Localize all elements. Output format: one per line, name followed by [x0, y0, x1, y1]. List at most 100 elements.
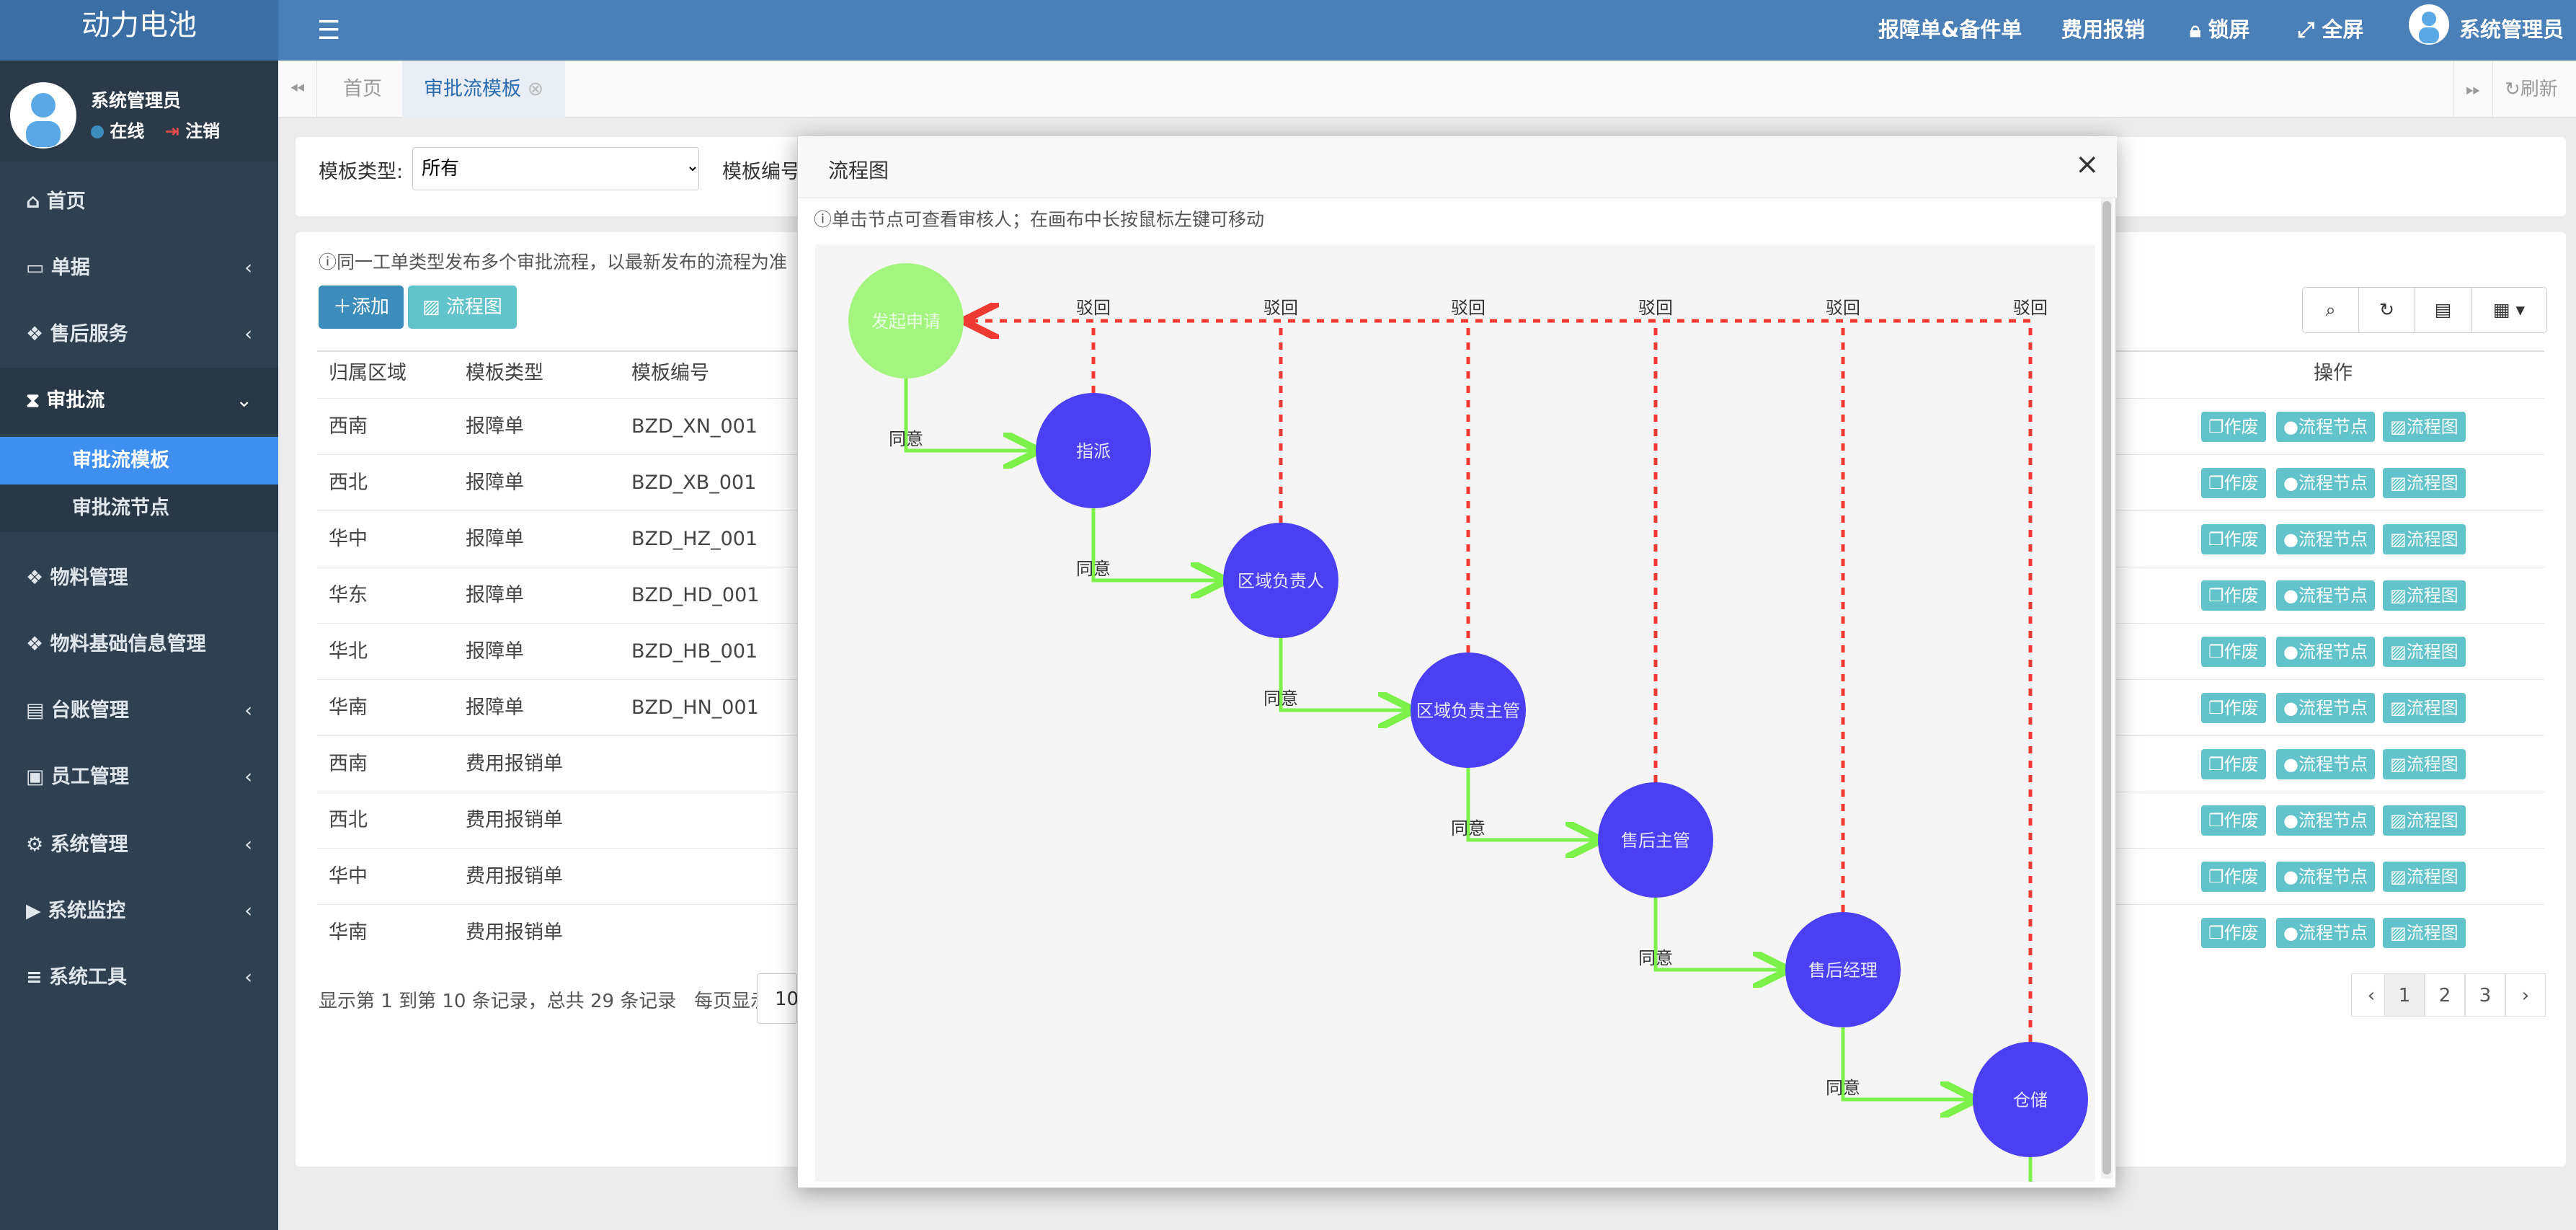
pagination-page-2[interactable]: 2	[2425, 973, 2465, 1017]
sidebar-item-approval-flow[interactable]: ⧗ 审批流 ⌄	[0, 368, 278, 434]
sidebar-item-staff[interactable]: ▣ 员工管理 ‹	[0, 744, 278, 810]
tab-flow-template[interactable]: 审批流模板 ⊗	[402, 61, 566, 118]
image-icon: ▨	[2390, 754, 2407, 774]
modal-title: 流程图	[828, 159, 889, 182]
nav-repair-parts[interactable]: 报障单&备件单	[1878, 13, 2022, 43]
flow-node-label: 售后经理	[1808, 960, 1878, 981]
search-icon[interactable]: ⌕	[2303, 288, 2359, 332]
void-button[interactable]: ❐作废	[2201, 468, 2266, 498]
flow-node-button[interactable]: ●流程节点	[2276, 468, 2375, 498]
tab-home[interactable]: 首页	[321, 61, 404, 118]
flow-node-button[interactable]: ●流程节点	[2276, 805, 2375, 836]
circle-icon: ●	[2283, 585, 2299, 606]
flowchart-row-button[interactable]: ▨流程图	[2383, 693, 2466, 723]
flow-node-button[interactable]: ●流程节点	[2276, 693, 2375, 723]
flow-node-button[interactable]: ●流程节点	[2276, 918, 2375, 948]
menu-toggle-icon[interactable]: ☰	[317, 16, 340, 45]
cell-type: 费用报销单	[466, 809, 563, 831]
flowchart-row-button[interactable]: ▨流程图	[2383, 412, 2466, 442]
flow-node-button[interactable]: ●流程节点	[2276, 524, 2375, 554]
pagination-next[interactable]: ›	[2505, 973, 2546, 1017]
cell-region: 华东	[329, 584, 368, 606]
tabs-scroll-left-icon[interactable]: ⏪︎	[278, 61, 317, 118]
tabs-scroll-right-icon[interactable]: ⏩︎	[2453, 61, 2492, 118]
pagination-page-3[interactable]: 3	[2465, 973, 2505, 1017]
add-button[interactable]: ＋添加	[319, 286, 404, 329]
sidebar-item-after-sales[interactable]: ❖ 售后服务 ‹	[0, 301, 278, 368]
flowchart-row-button[interactable]: ▨流程图	[2383, 580, 2466, 611]
nav-expense[interactable]: 费用报销	[2061, 13, 2145, 43]
flowchart-row-button[interactable]: ▨流程图	[2383, 749, 2466, 779]
sidebar-subitem-flow-node[interactable]: 审批流节点	[0, 485, 278, 532]
void-button[interactable]: ❐作废	[2201, 637, 2266, 667]
modal-scrollbar-thumb[interactable]	[2102, 201, 2111, 1174]
flowchart-row-button[interactable]: ▨流程图	[2383, 524, 2466, 554]
void-button[interactable]: ❐作废	[2201, 524, 2266, 554]
lock-screen-button[interactable]: 🔒︎ 锁屏	[2190, 13, 2250, 43]
top-avatar[interactable]	[2409, 4, 2449, 45]
template-type-select[interactable]: 所有	[412, 147, 699, 190]
pagination-summary: 显示第 1 到第 10 条记录，总共 29 条记录 每页显示	[319, 991, 770, 1012]
close-icon[interactable]: ×	[2075, 148, 2100, 181]
copy-icon: ❐	[2208, 867, 2224, 887]
sidebar-item-home[interactable]: ⌂ 首页	[0, 169, 278, 235]
void-button[interactable]: ❐作废	[2201, 749, 2266, 779]
per-page-select[interactable]: 10	[757, 973, 799, 1024]
flowchart-row-button[interactable]: ▨流程图	[2383, 862, 2466, 892]
sidebar-subitem-flow-template[interactable]: 审批流模板	[0, 437, 278, 485]
flow-node-button[interactable]: ●流程节点	[2276, 862, 2375, 892]
flow-node-button[interactable]: ●流程节点	[2276, 412, 2375, 442]
sidebar-item-monitor[interactable]: ▶ 系统监控 ‹	[0, 878, 278, 944]
fullscreen-button[interactable]: ⤢ 全屏	[2298, 13, 2363, 43]
flowchart-row-button[interactable]: ▨流程图	[2383, 918, 2466, 948]
modal-hint: ⓘ单击节点可查看审核人；在画布中长按鼠标左键可移动	[814, 209, 1265, 230]
copy-icon: ❐	[2208, 417, 2224, 437]
cell-type: 报障单	[466, 472, 524, 494]
circle-icon: ●	[2283, 642, 2299, 662]
agree-label: 同意	[1826, 1078, 1860, 1098]
columns-icon[interactable]: ▦ ▾	[2471, 288, 2546, 332]
void-button[interactable]: ❐作废	[2201, 805, 2266, 836]
flowchart-row-button[interactable]: ▨流程图	[2383, 637, 2466, 667]
flowchart-row-button[interactable]: ▨流程图	[2383, 468, 2466, 498]
app-brand[interactable]: 动力电池	[0, 0, 278, 61]
void-button[interactable]: ❐作废	[2201, 580, 2266, 611]
sidebar-item-tools[interactable]: ≡ 系统工具 ‹	[0, 944, 278, 1011]
flow-canvas[interactable]: 驳回 驳回 驳回 驳回 驳回 驳回 同意 同意 同意 同意 同意 同意 发起申请 指派 区域负责人 区域负责主…	[815, 244, 2095, 1182]
template-type-label: 模板类型:	[319, 161, 404, 183]
pagination-page-1[interactable]: 1	[2384, 973, 2425, 1017]
cell-code: BZD_HZ_001	[631, 528, 758, 550]
refresh-table-icon[interactable]: ↻	[2359, 288, 2415, 332]
flow-node-button[interactable]: ●流程节点	[2276, 749, 2375, 779]
circle-icon: ●	[2283, 698, 2299, 718]
logout-link[interactable]: 注销	[185, 121, 220, 141]
flowchart-button[interactable]: ▨ 流程图	[408, 286, 517, 329]
void-button[interactable]: ❐作废	[2201, 693, 2266, 723]
tab-close-icon[interactable]: ⊗	[528, 78, 544, 100]
flow-node-button[interactable]: ●流程节点	[2276, 580, 2375, 611]
credit-card-icon: ▭	[26, 257, 45, 279]
void-button[interactable]: ❐作废	[2201, 918, 2266, 948]
void-button[interactable]: ❐作废	[2201, 862, 2266, 892]
image-icon: ▨	[2390, 867, 2407, 887]
reject-label: 驳回	[2013, 298, 2048, 318]
agree-edge	[1653, 898, 1785, 970]
top-user-name[interactable]: 系统管理员	[2459, 13, 2564, 43]
sidebar-item-materials[interactable]: ❖ 物料管理	[0, 545, 278, 611]
sidebar-item-ledger[interactable]: ▤ 台账管理 ‹	[0, 678, 278, 744]
sidebar-item-system[interactable]: ⚙ 系统管理 ‹	[0, 812, 278, 878]
notice-text: ⓘ同一工单类型发布多个审批流程，以最新发布的流程为准	[319, 252, 788, 273]
sidebar-item-material-info[interactable]: ❖ 物料基础信息管理	[0, 611, 278, 678]
circle-icon: ●	[2283, 529, 2299, 549]
flowchart-row-button[interactable]: ▨流程图	[2383, 805, 2466, 836]
toggle-view-icon[interactable]: ▤	[2415, 288, 2471, 332]
circle-icon: ●	[2283, 867, 2299, 887]
sidebar-item-documents[interactable]: ▭ 单据 ‹	[0, 235, 278, 301]
gear-icon: ⚙	[26, 833, 44, 856]
cell-region: 华中	[329, 865, 368, 888]
flow-node-button[interactable]: ●流程节点	[2276, 637, 2375, 667]
refresh-button[interactable]: ↻刷新	[2492, 61, 2576, 118]
agree-edge	[1091, 508, 1223, 580]
void-button[interactable]: ❐作废	[2201, 412, 2266, 442]
flow-diagram[interactable]: 驳回 驳回 驳回 驳回 驳回 驳回同意同意同意同意同意同意发起申请指派区域负责人区域负责主…	[815, 244, 2095, 1182]
